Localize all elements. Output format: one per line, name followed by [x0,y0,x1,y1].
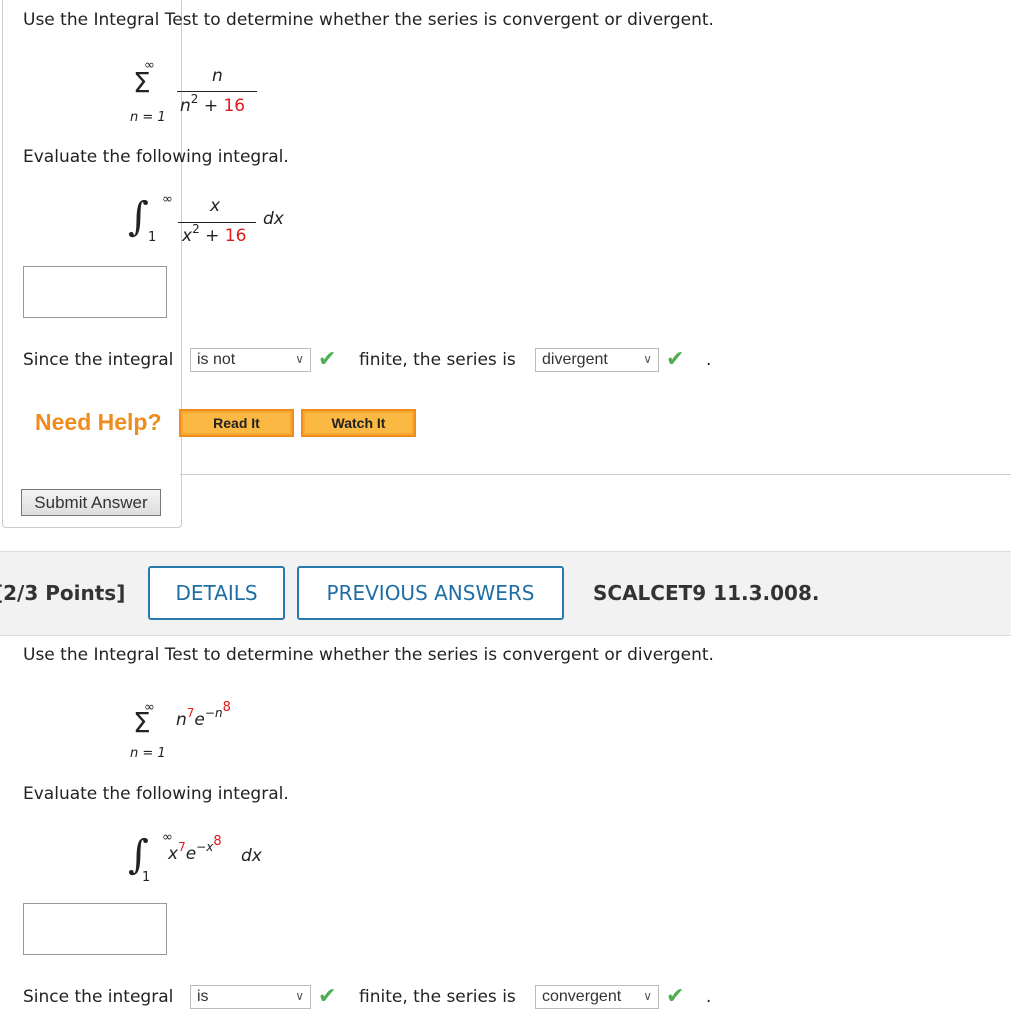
lower-limit: n = 1 [130,110,166,125]
summand: n7e−n8 [176,700,231,730]
denominator: x2 + 16 [182,222,247,246]
submit-answer-button[interactable]: Submit Answer [21,489,161,516]
period: . [706,987,712,1007]
sigma-symbol: Σ [133,66,151,99]
integral-finite-select[interactable]: is not ∨ [190,348,311,372]
evaluate-label: Evaluate the following integral. [23,147,289,167]
problem-code: SCALCET9 11.3.008. [593,581,820,605]
chevron-down-icon: ∨ [643,352,652,366]
integral-answer-input[interactable] [23,903,167,955]
sigma-symbol: Σ [133,706,151,739]
details-button[interactable]: DETAILS [148,566,285,620]
integrand: x7e−x8 [168,834,222,864]
question-prompt: Use the Integral Test to determine wheth… [23,10,714,30]
series-result-select[interactable]: convergent ∨ [535,985,659,1009]
correct-check-icon: ✔ [666,347,685,372]
correct-check-icon: ✔ [666,984,685,1009]
lower-limit: 1 [148,230,157,245]
series-expression: ∞ Σ n = 1 n n2 + 16 [130,58,270,128]
integral-answer-input[interactable] [23,266,167,318]
divider [180,474,1011,475]
chevron-down-icon: ∨ [295,989,304,1003]
need-help-label: Need Help? [35,409,162,435]
since-label: Since the integral [23,987,174,1007]
chevron-down-icon: ∨ [643,989,652,1003]
integral-finite-select[interactable]: is ∨ [190,985,311,1009]
dx: dx [263,209,284,229]
lower-limit: n = 1 [130,746,166,761]
integral-expression: ∫ ∞ 1 x7e−x8 dx [128,830,298,890]
numerator: x [210,196,221,216]
read-it-button[interactable]: Read It [179,409,294,437]
watch-it-button[interactable]: Watch It [301,409,416,437]
upper-limit: ∞ [162,192,173,207]
evaluate-label: Evaluate the following integral. [23,784,289,804]
integral-expression: ∫ ∞ 1 x x2 + 16 dx [128,192,298,252]
dx: dx [241,846,262,866]
chevron-down-icon: ∨ [295,352,304,366]
lower-limit: 1 [142,870,151,885]
upper-limit: ∞ [162,830,173,845]
correct-check-icon: ✔ [318,984,337,1009]
integral-sign: ∫ [128,194,149,240]
points-label: [2/3 Points] [0,581,126,605]
denominator: n2 + 16 [180,92,246,116]
numerator: n [212,66,223,86]
finite-label: finite, the series is [359,350,516,370]
series-result-select[interactable]: divergent ∨ [535,348,659,372]
period: . [706,350,712,370]
question-prompt: Use the Integral Test to determine wheth… [23,645,714,665]
since-label: Since the integral [23,350,174,370]
correct-check-icon: ✔ [318,347,337,372]
series-expression: ∞ Σ n = 1 n7e−n8 [130,700,270,765]
finite-label: finite, the series is [359,987,516,1007]
previous-answers-button[interactable]: PREVIOUS ANSWERS [297,566,564,620]
